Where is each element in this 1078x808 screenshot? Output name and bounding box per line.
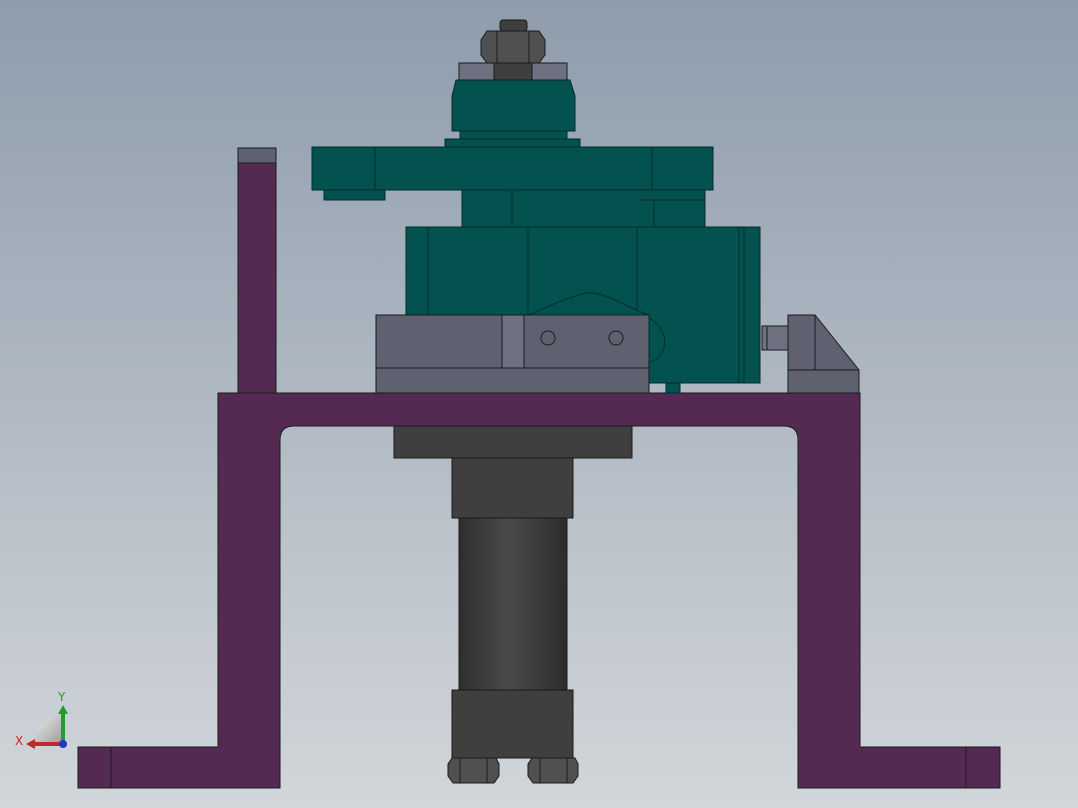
clamp-arm-strip-2[interactable] xyxy=(459,130,568,140)
clamp-arm-pad[interactable] xyxy=(323,189,386,201)
model-view[interactable]: X Y xyxy=(0,0,1078,808)
clamp-arm-strip-1[interactable] xyxy=(444,138,581,148)
frame-left-post[interactable] xyxy=(237,162,277,394)
clamp-hub[interactable] xyxy=(451,79,576,132)
clamp-bottom-tab[interactable] xyxy=(665,382,681,394)
cylinder-nut-left[interactable] xyxy=(447,757,500,784)
cylinder-flange[interactable] xyxy=(393,425,633,459)
triad-y-label: Y xyxy=(57,690,66,704)
triad-z-axis xyxy=(59,740,67,748)
cylinder-end-cap[interactable] xyxy=(451,689,574,759)
cylinder-head[interactable] xyxy=(451,457,574,519)
graphics-viewport[interactable]: X Y xyxy=(0,0,1078,808)
triad-x-label: X xyxy=(15,734,23,748)
cylinder-barrel[interactable] xyxy=(458,517,568,691)
clamp-arm[interactable] xyxy=(311,146,714,191)
top-stud-tip[interactable] xyxy=(499,19,528,32)
clamp-neck-block[interactable] xyxy=(461,189,706,228)
top-stud[interactable] xyxy=(493,62,533,81)
top-hex-nut[interactable] xyxy=(480,30,546,64)
stop-pin[interactable] xyxy=(761,325,789,351)
cylinder-nut-right[interactable] xyxy=(527,757,579,784)
frame-left-leg[interactable] xyxy=(218,430,280,787)
frame-right-leg[interactable] xyxy=(798,430,860,787)
slide-block-rib[interactable] xyxy=(501,314,525,369)
frame-left-post-cap[interactable] xyxy=(237,147,277,164)
